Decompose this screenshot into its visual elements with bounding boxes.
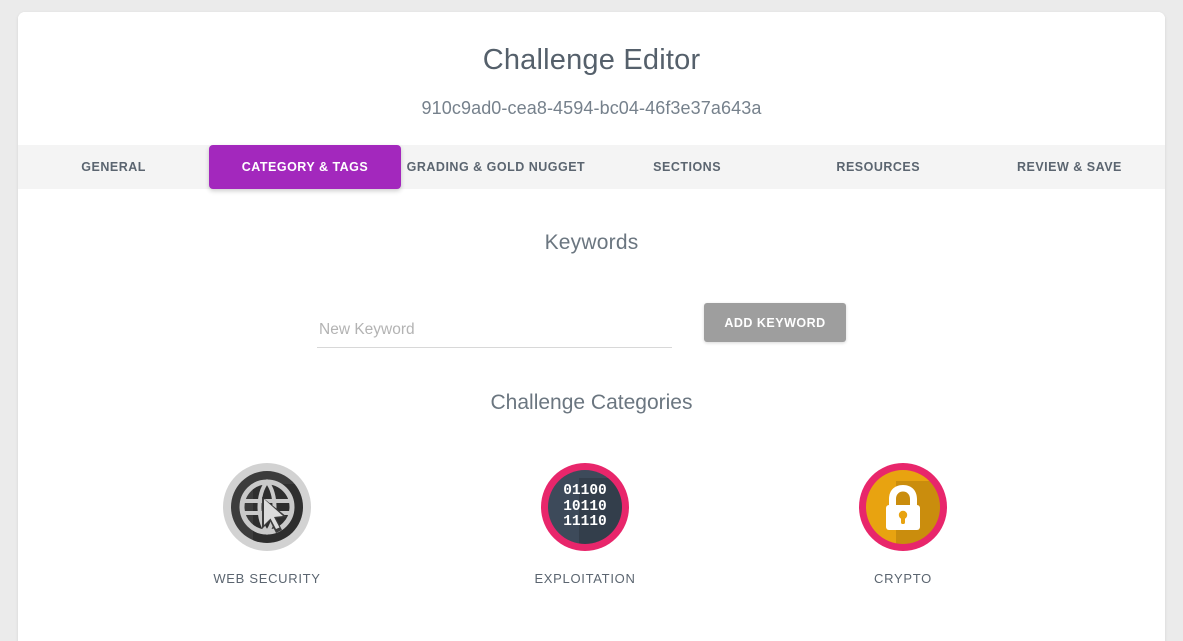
tab-bar: GENERAL CATEGORY & TAGS GRADING & GOLD N… [18,145,1165,190]
tab-sections[interactable]: SECTIONS [592,145,783,189]
binary-row-1: 01100 [563,483,607,499]
app-root: Challenge Editor 910c9ad0-cea8-4594-bc04… [0,0,1183,641]
tab-panel-category-and-tags: Keywords ADD KEYWORD Challenge Categorie… [18,189,1165,587]
binary-row-2: 10110 [563,498,607,515]
category-label-web-security: WEB SECURITY [213,571,321,587]
add-keyword-button[interactable]: ADD KEYWORD [704,303,846,343]
padlock-icon [859,463,947,552]
category-item-web-security[interactable]: WEB SECURITY [108,463,426,586]
binary-code-icon: 01100 10110 11110 [541,463,629,552]
challenge-categories-heading: Challenge Categories [490,391,693,415]
page-header: Challenge Editor 910c9ad0-cea8-4594-bc04… [18,12,1165,146]
category-label-crypto: CRYPTO [874,571,932,587]
challenge-id: 910c9ad0-cea8-4594-bc04-46f3e37a643a [421,98,762,119]
category-item-crypto[interactable]: CRYPTO [744,463,1062,586]
tab-category-and-tags[interactable]: CATEGORY & TAGS [209,145,401,190]
keywords-heading: Keywords [544,231,639,255]
tab-resources[interactable]: RESOURCES [783,145,974,189]
new-keyword-input[interactable] [317,317,672,349]
tab-grading-and-gold-nugget[interactable]: GRADING & GOLD NUGGET [400,145,591,189]
category-label-exploitation: EXPLOITATION [534,571,636,587]
tab-category-and-tags-label: CATEGORY & TAGS [209,145,401,190]
tab-review-and-save[interactable]: REVIEW & SAVE [974,145,1165,189]
binary-rows: 01100 10110 11110 [563,483,607,531]
challenge-editor-card: Challenge Editor 910c9ad0-cea8-4594-bc04… [18,12,1165,641]
tab-general[interactable]: GENERAL [18,145,209,189]
page-title: Challenge Editor [482,44,701,76]
keyword-entry-row: ADD KEYWORD [18,303,1165,363]
globe-cursor-icon [223,463,311,552]
challenge-categories-grid: WEB SECURITY 01100 10110 11110 EXPLOITAT… [18,463,1165,586]
category-item-exploitation[interactable]: 01100 10110 11110 EXPLOITATION [426,463,744,586]
binary-row-3: 11110 [563,514,607,530]
